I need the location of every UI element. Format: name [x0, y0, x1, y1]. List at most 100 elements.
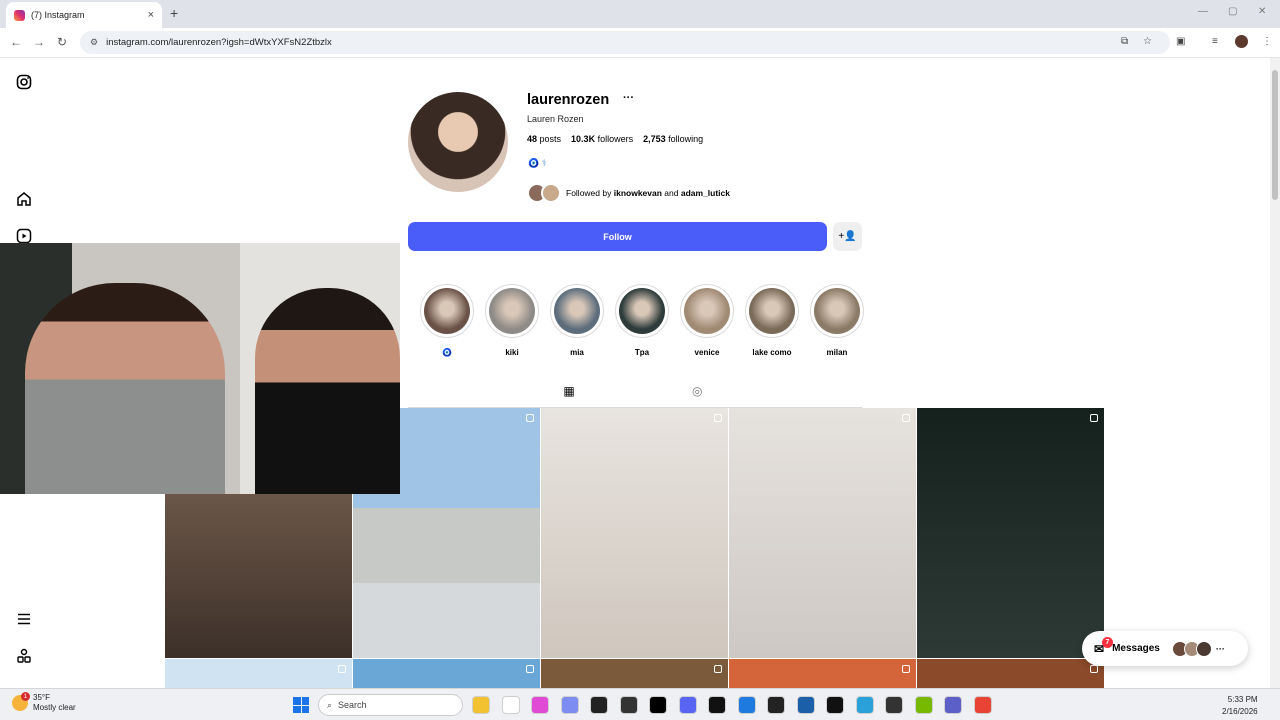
post-thumbnail[interactable]: [165, 494, 352, 658]
followed-by-text: Followed by iknowkevan and adam_lutick: [566, 188, 730, 198]
window-close-icon[interactable]: ✕: [1258, 6, 1266, 17]
snipping-tool-icon[interactable]: [855, 696, 874, 714]
reading-list-icon[interactable]: ≡: [1212, 36, 1218, 47]
profile-username: laurenrozen: [527, 92, 610, 108]
highlight-ring: [680, 284, 734, 338]
messages-button[interactable]: ✉ 7 Messages ···: [1082, 631, 1248, 666]
browser-menu-icon[interactable]: ⋮: [1262, 36, 1272, 47]
highlight-ring: [485, 284, 539, 338]
browser-tab-instagram[interactable]: (7) Instagram ×: [6, 2, 162, 28]
highlight-ring: [615, 284, 669, 338]
browser-tab-bar: (7) Instagram × + — ▢ ✕: [0, 0, 1280, 28]
following-stat[interactable]: 2,753 following: [643, 134, 703, 144]
reload-icon[interactable]: ↻: [57, 35, 67, 49]
nvidia-icon[interactable]: [914, 696, 933, 714]
carousel-icon: [714, 665, 722, 673]
file-explorer-icon[interactable]: [472, 696, 490, 714]
scrollbar-thumb[interactable]: [1272, 70, 1278, 200]
story-highlight[interactable]: kiki: [484, 284, 540, 357]
discord-icon[interactable]: [678, 696, 697, 714]
cod-icon[interactable]: [767, 696, 785, 714]
tagged-tab[interactable]: ◎: [692, 384, 702, 398]
install-app-icon[interactable]: ⧉: [1121, 36, 1128, 47]
taskbar-clock[interactable]: 5:33 PM 2/16/2026: [1222, 694, 1258, 718]
suggested-users-icon[interactable]: +👤: [833, 222, 862, 251]
post-thumbnail[interactable]: [165, 659, 352, 688]
highlight-ring: [745, 284, 799, 338]
bookmark-star-icon[interactable]: ☆: [1143, 36, 1152, 47]
notepad-icon[interactable]: [501, 696, 520, 714]
meta-apps-icon[interactable]: [16, 648, 32, 664]
post-thumbnail[interactable]: [541, 408, 728, 658]
carousel-icon: [714, 414, 722, 422]
story-highlight[interactable]: Tpa: [614, 284, 670, 357]
visual-studio-icon[interactable]: [796, 696, 815, 714]
chrome-icon[interactable]: [973, 696, 992, 714]
sidebar-icon[interactable]: ▣: [1176, 36, 1185, 47]
story-highlight[interactable]: milan: [809, 284, 865, 357]
discord-alt-icon[interactable]: [560, 696, 579, 714]
highlight-thumbnail: [489, 288, 535, 334]
tagged-icon: ◎: [692, 384, 703, 398]
maximize-icon[interactable]: ▢: [1228, 6, 1237, 17]
highlight-label: venice: [694, 348, 720, 357]
more-menu-icon[interactable]: [16, 611, 32, 627]
instagram-logo-icon[interactable]: [16, 74, 32, 90]
reels-icon[interactable]: [16, 228, 32, 244]
followed-by[interactable]: Followed by iknowkevan and adam_lutick: [527, 183, 730, 203]
browser-profile-avatar[interactable]: [1235, 35, 1248, 48]
minimize-icon[interactable]: —: [1198, 6, 1208, 17]
epic-games-icon[interactable]: [590, 696, 608, 714]
post-thumbnail[interactable]: [541, 659, 728, 688]
mutual-avatar: [541, 183, 561, 203]
mic-icon[interactable]: [885, 696, 903, 714]
story-highlight[interactable]: venice: [679, 284, 735, 357]
followed-by-and: and: [664, 188, 679, 198]
post-thumbnail[interactable]: [729, 659, 916, 688]
highlight-label: Tpa: [634, 348, 650, 357]
highlight-thumbnail: [619, 288, 665, 334]
new-tab-icon[interactable]: +: [170, 5, 178, 21]
profile-avatar[interactable]: [408, 92, 508, 192]
home-icon[interactable]: [16, 191, 32, 207]
highlight-thumbnail: [814, 288, 860, 334]
tab-close-icon[interactable]: ×: [148, 9, 154, 21]
weather-badge: 1: [21, 692, 30, 701]
followers-count: 10.3K: [571, 134, 596, 144]
messages-avatars: [1171, 640, 1212, 657]
carousel-icon: [902, 665, 910, 673]
followed-by-user: adam_lutick: [680, 188, 730, 198]
story-highlight[interactable]: 🧿: [419, 284, 475, 357]
story-highlight[interactable]: lake como: [744, 284, 800, 357]
post-thumbnail[interactable]: [353, 659, 540, 688]
clock-time: 5:33 PM: [1227, 695, 1258, 704]
address-bar[interactable]: ⚙ instagram.com/laurenrozen?igsh=dWtxYXF…: [80, 31, 1170, 54]
teams-icon[interactable]: [944, 696, 962, 714]
itunes-icon[interactable]: [531, 696, 549, 714]
carousel-icon: [526, 665, 534, 673]
weather-widget[interactable]: 1 35°F Mostly clear: [12, 692, 76, 713]
capcut-alt-icon[interactable]: [708, 696, 726, 714]
windows-start-icon[interactable]: [293, 697, 309, 713]
logitech-icon[interactable]: [826, 696, 844, 714]
post-thumbnail[interactable]: [917, 408, 1104, 658]
taskbar-search[interactable]: ⌕ Search: [318, 694, 463, 716]
search-icon: ⌕: [327, 699, 333, 710]
profile-options-icon[interactable]: ···: [623, 92, 634, 104]
highlight-label: milan: [826, 348, 848, 357]
posts-grid-tab[interactable]: ▦: [548, 384, 590, 408]
post-thumbnail[interactable]: [917, 659, 1104, 688]
site-info-icon[interactable]: ⚙: [90, 37, 98, 48]
back-icon[interactable]: ←: [10, 35, 22, 49]
followers-stat[interactable]: 10.3K followers: [571, 134, 633, 144]
post-thumbnail[interactable]: [729, 408, 916, 658]
edge-icon[interactable]: [737, 696, 756, 714]
weather-temp: 35°F: [33, 693, 50, 702]
obs-icon[interactable]: [619, 696, 638, 714]
follow-button[interactable]: Follow: [408, 222, 827, 251]
following-count: 2,753: [643, 134, 666, 144]
story-highlight[interactable]: mia: [549, 284, 605, 357]
capcut-icon[interactable]: [649, 696, 667, 714]
weather-condition: Mostly clear: [33, 703, 76, 712]
forward-icon[interactable]: →: [33, 35, 45, 49]
